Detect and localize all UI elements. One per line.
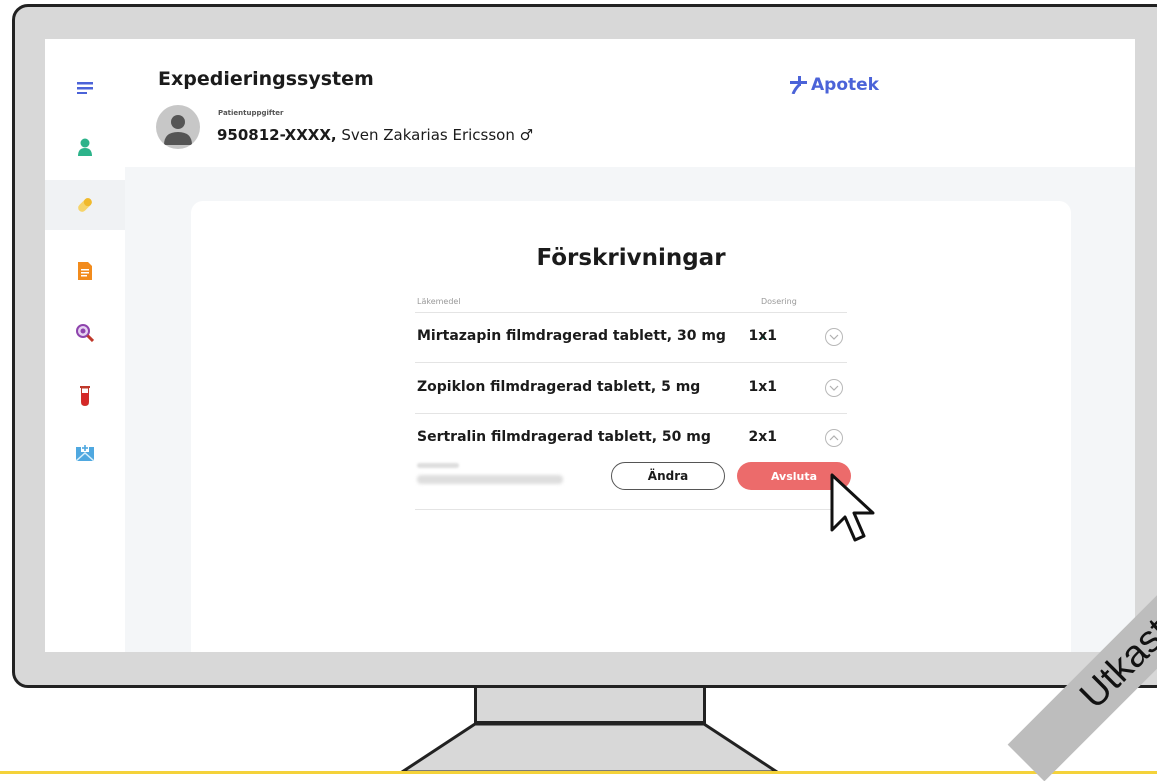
prescription-row-expanded[interactable]: Sertralin filmdragerad tablett, 50 mg 2x… — [415, 414, 847, 457]
medicine-name: Sertralin filmdragerad tablett, 50 mg — [417, 429, 711, 445]
brand-label: Apotek — [811, 75, 879, 95]
patient-id: 950812-XXXX, — [217, 126, 337, 144]
medicine-name: Mirtazapin filmdragerad tablett, 30 mg — [417, 328, 726, 344]
prescriptions-card: Förskrivningar Läkemedel Dosering Mirtaz… — [191, 201, 1071, 652]
patient-name: Sven Zakarias Ericsson — [341, 126, 515, 144]
edit-button[interactable]: Ändra — [611, 462, 725, 490]
dosage: 2x1 — [748, 429, 777, 445]
patient-section-label: Patientuppgifter — [218, 109, 284, 117]
sidebar-item-patient[interactable] — [45, 122, 125, 172]
avatar — [156, 105, 200, 149]
redacted-text — [417, 463, 459, 468]
patient-info: 950812-XXXX, Sven Zakarias Ericsson ♂ — [217, 126, 533, 144]
prescription-details: Ändra Avsluta — [415, 457, 851, 510]
apotek-cross-icon — [790, 76, 807, 94]
divider — [415, 509, 847, 510]
test-tube-icon — [80, 386, 90, 406]
screen: Expedieringssystem Apotek Patientuppgift… — [45, 39, 1135, 652]
header — [125, 39, 1135, 167]
column-header-medicine: Läkemedel — [417, 297, 461, 306]
column-header-dosage: Dosering — [761, 297, 797, 306]
dosage: 1x1 — [748, 379, 777, 395]
user-silhouette-icon — [164, 115, 192, 145]
mouse-pointer-icon — [830, 473, 875, 542]
document-icon — [78, 262, 92, 280]
sidebar-item-search[interactable] — [45, 308, 125, 358]
medical-mail-icon — [76, 443, 94, 461]
expand-chevron-icon[interactable] — [825, 379, 843, 397]
sidebar-item-lab[interactable] — [45, 371, 125, 421]
prescription-row[interactable]: Mirtazapin filmdragerad tablett, 30 mg 1… — [415, 313, 847, 363]
monitor-base — [398, 722, 782, 774]
app-title: Expedieringssystem — [158, 68, 374, 90]
menu-icon — [77, 82, 93, 94]
expand-chevron-icon[interactable] — [825, 328, 843, 346]
patient-icon — [78, 138, 92, 156]
prescription-row[interactable]: Zopiklon filmdragerad tablett, 5 mg 1x1 — [415, 364, 847, 414]
redacted-text — [417, 475, 563, 484]
search-icon — [76, 324, 94, 342]
gender-icon: ♂ — [519, 126, 534, 144]
sidebar-item-documents[interactable] — [45, 246, 125, 296]
medicine-name: Zopiklon filmdragerad tablett, 5 mg — [417, 379, 701, 395]
sidebar-item-messages[interactable] — [45, 427, 125, 477]
divider — [415, 362, 847, 363]
brand-logo[interactable]: Apotek — [790, 75, 879, 95]
collapse-chevron-icon[interactable] — [825, 429, 843, 447]
sidebar — [45, 39, 125, 652]
sidebar-item-prescriptions[interactable] — [45, 180, 125, 230]
dosage: 1x1 — [748, 328, 777, 344]
pill-icon — [78, 198, 92, 212]
sidebar-item-menu[interactable] — [45, 63, 125, 113]
page-title: Förskrivningar — [536, 245, 726, 271]
monitor-stand — [474, 688, 706, 724]
